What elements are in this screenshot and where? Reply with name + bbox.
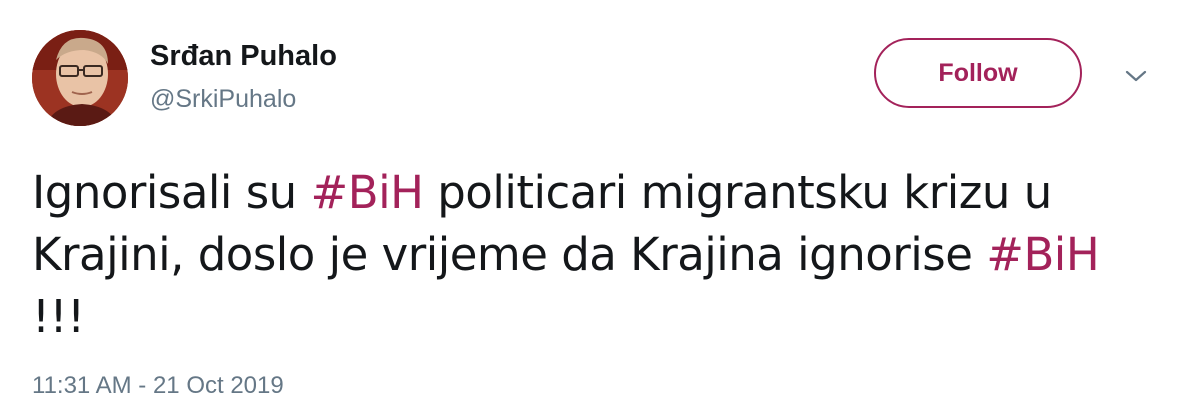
tweet-card: Srđan Puhalo @SrkiPuhalo Follow Ignorisa… xyxy=(0,0,1181,420)
hashtag-link[interactable]: #BiH xyxy=(986,228,1099,281)
chevron-down-icon[interactable] xyxy=(1122,66,1150,86)
tweet-text-segment: Ignorisali su xyxy=(32,166,311,219)
avatar[interactable] xyxy=(32,30,128,126)
tweet-timestamp[interactable]: 11:31 AM - 21 Oct 2019 xyxy=(32,372,284,400)
tweet-text: Ignorisali su #BiH politicari migrantsku… xyxy=(32,162,1162,348)
follow-button[interactable]: Follow xyxy=(874,38,1082,108)
user-name[interactable]: Srđan Puhalo xyxy=(150,40,337,73)
tweet-text-segment: !!! xyxy=(32,290,85,343)
user-handle[interactable]: @SrkiPuhalo xyxy=(150,85,296,114)
hashtag-link[interactable]: #BiH xyxy=(311,166,424,219)
